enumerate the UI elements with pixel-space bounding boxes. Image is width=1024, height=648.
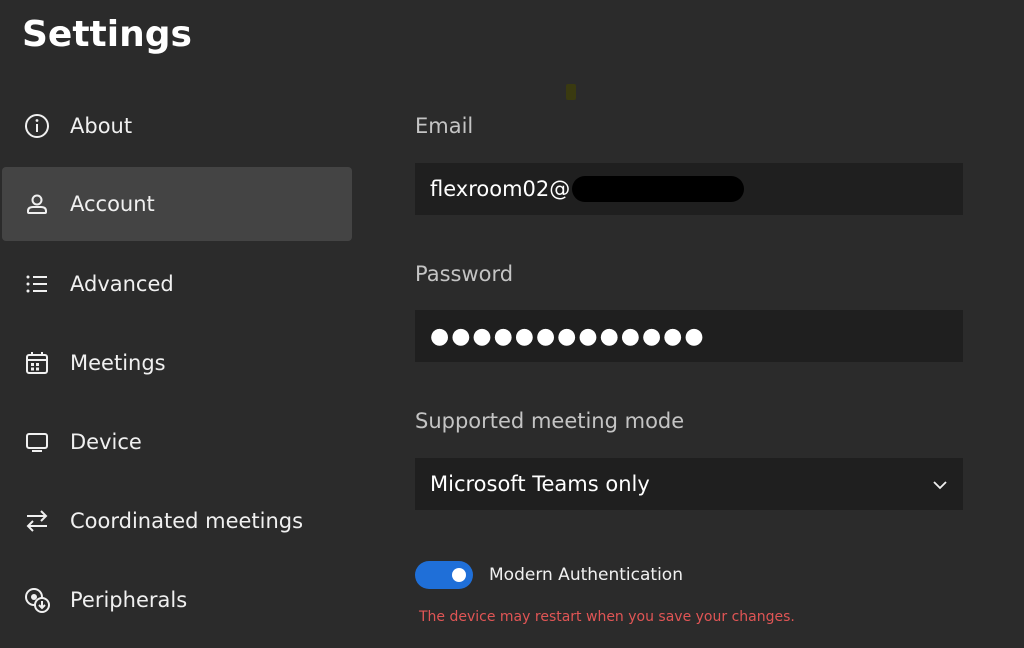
email-field[interactable]: flexroom02@ [415,163,963,215]
meeting-mode-select[interactable]: Microsoft Teams only [415,458,963,510]
sidebar-item-label: Coordinated meetings [70,509,304,533]
redacted-mark [572,176,745,202]
modern-authentication-label: Modern Authentication [489,565,683,585]
info-icon [23,112,51,140]
sidebar-item-label: Meetings [70,351,166,375]
sidebar-item-coordinated-meetings[interactable]: Coordinated meetings [2,484,352,558]
restart-warning: The device may restart when you save you… [419,609,795,625]
toggle-knob [452,568,466,582]
sidebar-item-about[interactable]: About [2,89,352,163]
decorative-mark [566,84,576,100]
sidebar-item-label: Account [70,192,155,216]
chevron-down-icon [931,475,949,499]
sidebar-item-advanced[interactable]: Advanced [2,247,352,321]
swap-arrows-icon [23,507,51,535]
sidebar-item-account[interactable]: Account [2,167,352,241]
sidebar-item-meetings[interactable]: Meetings [2,326,352,400]
page-title: Settings [22,14,192,55]
email-value: flexroom02@ [430,177,571,201]
list-icon [23,270,51,298]
sidebar-item-peripherals[interactable]: Peripherals [2,563,352,637]
password-field[interactable]: ●●●●●●●●●●●●● [415,310,963,362]
password-label: Password [415,262,514,286]
calendar-icon [23,349,51,377]
sidebar-item-label: Device [70,430,142,454]
sidebar-item-label: About [70,114,133,138]
meeting-mode-label: Supported meeting mode [415,409,685,433]
password-value: ●●●●●●●●●●●●● [430,323,706,349]
email-label: Email [415,114,474,138]
sidebar-item-label: Peripherals [70,588,188,612]
modern-authentication-toggle[interactable] [415,561,473,589]
meeting-mode-value: Microsoft Teams only [430,472,650,496]
peripherals-icon [23,586,51,614]
sidebar-item-label: Advanced [70,272,174,296]
person-icon [23,190,51,218]
monitor-icon [23,428,51,456]
sidebar-item-device[interactable]: Device [2,405,352,479]
